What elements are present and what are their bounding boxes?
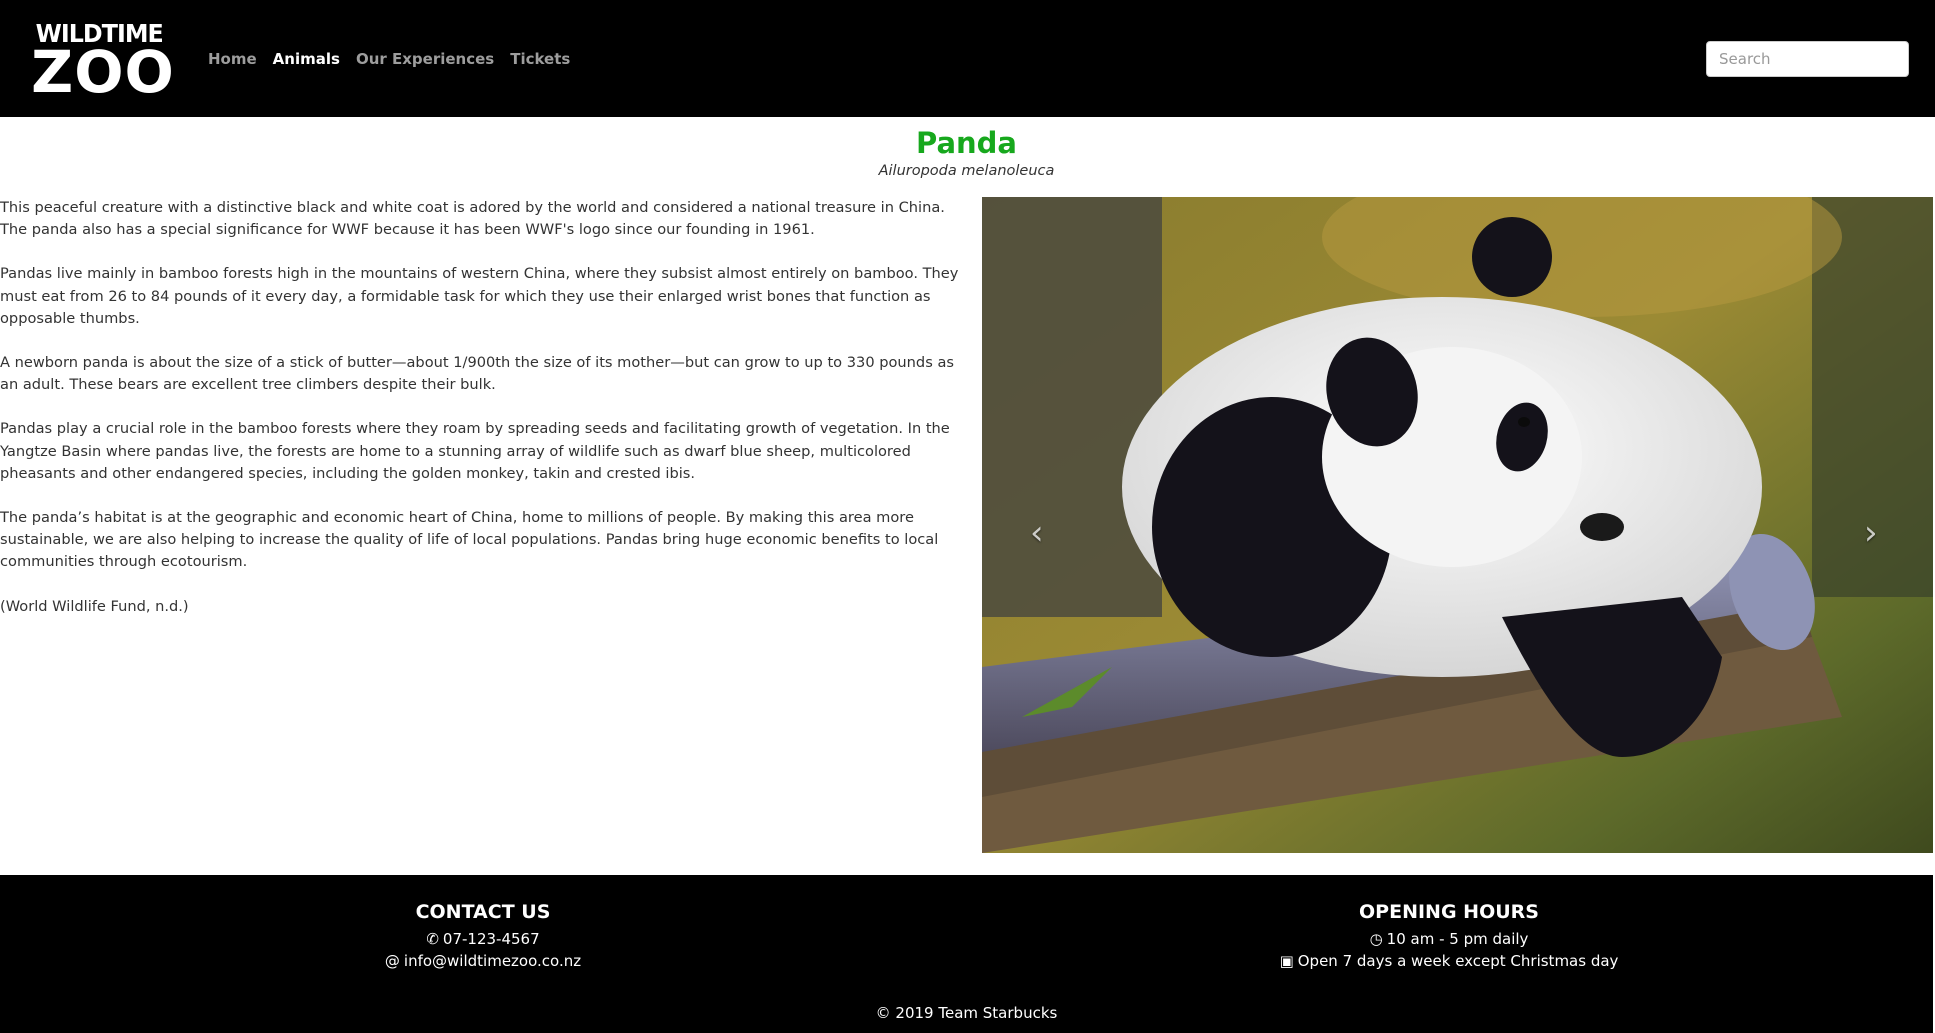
email-line: @ info@wildtimezoo.co.nz (233, 950, 733, 972)
contact-section: CONTACT US ✆ 07-123-4567 @ info@wildtimezo… (233, 899, 733, 972)
nav-tickets[interactable]: Tickets (510, 49, 570, 69)
contact-heading: CONTACT US (415, 901, 551, 923)
main-nav: Home Animals Our Experiences Tickets (208, 49, 570, 69)
phone-line: ✆ 07-123-4567 (233, 928, 733, 950)
nav-our-experiences[interactable]: Our Experiences (356, 49, 494, 69)
email-address[interactable]: info@wildtimezoo.co.nz (404, 952, 581, 970)
description-paragraph: The panda’s habitat is at the geographic… (0, 509, 939, 571)
carousel-prev-button[interactable]: ‹ (1030, 516, 1044, 550)
open-days-line: ▣ Open 7 days a week except Christmas day (1199, 950, 1699, 972)
copyright: © 2019 Team Starbucks (875, 1004, 1058, 1022)
navbar: WILDTIME ZOO Home Animals Our Experience… (0, 0, 1935, 117)
image-carousel[interactable] (982, 197, 1933, 853)
scientific-name: Ailuropoda melanoleuca (878, 163, 1055, 179)
calendar-icon: ▣ (1279, 952, 1294, 970)
daily-hours-line: ◷ 10 am - 5 pm daily (1199, 928, 1699, 950)
search-input[interactable] (1706, 41, 1909, 77)
zoo-logo[interactable]: WILDTIME ZOO (27, 20, 179, 106)
page-heading: Panda Ailuropoda melanoleuca (0, 125, 1933, 181)
description-paragraph: Pandas live mainly in bamboo forests hig… (0, 265, 959, 327)
description-paragraph: A newborn panda is about the size of a s… (0, 354, 954, 394)
phone-number: 07-123-4567 (442, 930, 540, 948)
hours-heading: OPENING HOURS (1359, 901, 1539, 923)
carousel-next-button[interactable]: › (1864, 516, 1878, 550)
citation: (World Wildlife Fund, n.d.) (0, 597, 189, 615)
opening-hours-section: OPENING HOURS ◷ 10 am - 5 pm daily ▣ Open … (1199, 899, 1699, 972)
panda-image (982, 197, 1933, 853)
at-icon: @ (384, 952, 400, 970)
nav-animals[interactable]: Animals (273, 49, 340, 69)
description-paragraph: Pandas play a crucial role in the bamboo… (0, 420, 950, 482)
phone-icon: ✆ (426, 930, 439, 948)
logo-text-bottom: ZOO (31, 38, 175, 106)
clock-icon: ◷ (1369, 930, 1383, 948)
daily-hours: 10 am - 5 pm daily (1386, 930, 1529, 948)
nav-home[interactable]: Home (208, 49, 257, 69)
description-paragraph: This peaceful creature with a distinctiv… (0, 199, 945, 239)
footer: CONTACT US ✆ 07-123-4567 @ info@wildtimezo… (0, 875, 1933, 1033)
open-days: Open 7 days a week except Christmas day (1297, 952, 1619, 970)
page-title: Panda (915, 126, 1018, 160)
animal-description: This peaceful creature with a distinctiv… (0, 197, 960, 640)
